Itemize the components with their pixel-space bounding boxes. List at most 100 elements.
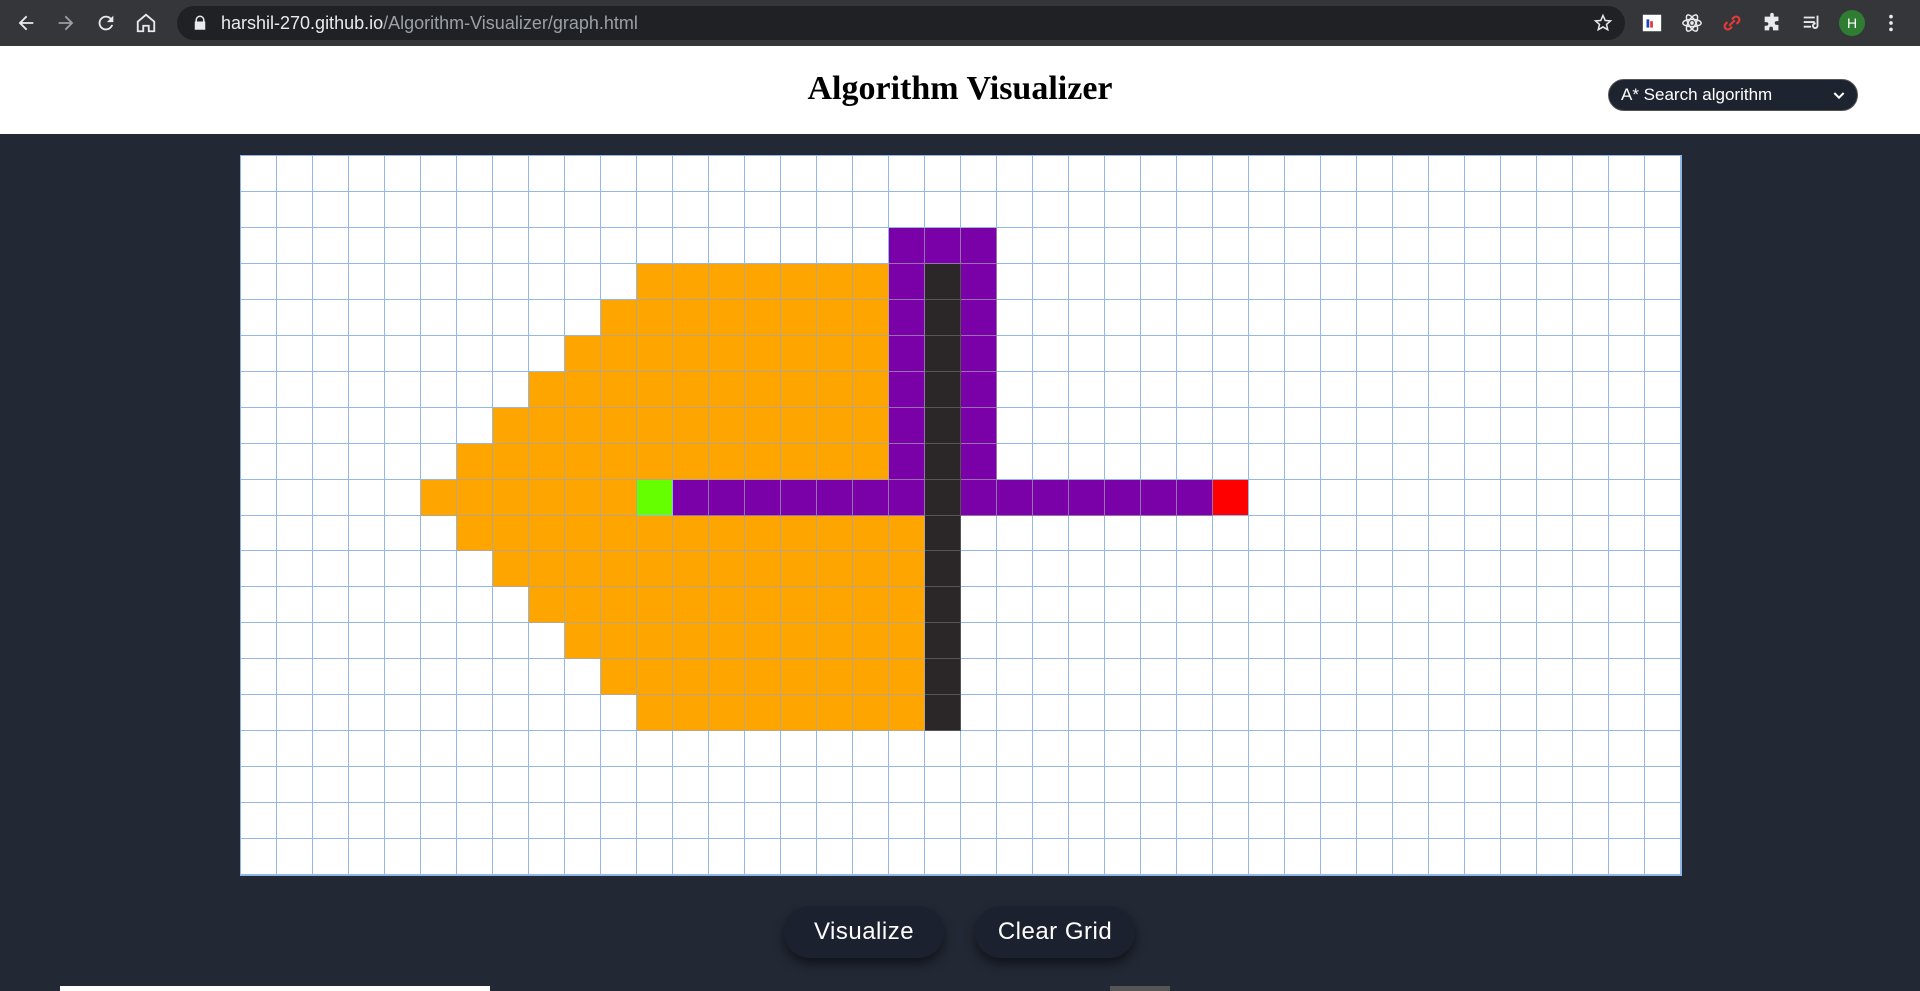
grid-cell[interactable] <box>853 731 889 768</box>
visited-cell[interactable] <box>889 551 925 588</box>
grid-cell[interactable] <box>529 227 565 264</box>
visited-cell[interactable] <box>637 263 673 300</box>
path-cell[interactable] <box>1069 479 1105 516</box>
grid-cell[interactable] <box>961 587 997 624</box>
grid-cell[interactable] <box>277 515 313 552</box>
path-cell[interactable] <box>997 479 1033 516</box>
grid-cell[interactable] <box>1645 371 1681 408</box>
grid-cell[interactable] <box>1501 443 1537 480</box>
grid-cell[interactable] <box>349 263 385 300</box>
grid-cell[interactable] <box>1141 695 1177 732</box>
path-cell[interactable] <box>961 443 997 480</box>
grid-cell[interactable] <box>1285 407 1321 444</box>
visited-cell[interactable] <box>709 299 745 336</box>
grid-cell[interactable] <box>1645 659 1681 696</box>
grid-cell[interactable] <box>313 731 349 768</box>
grid-cell[interactable] <box>1501 839 1537 875</box>
wall-cell[interactable] <box>925 623 961 660</box>
grid-cell[interactable] <box>457 407 493 444</box>
grid-cell[interactable] <box>241 407 277 444</box>
visited-cell[interactable] <box>781 335 817 372</box>
grid-cell[interactable] <box>1393 156 1429 192</box>
grid-cell[interactable] <box>349 371 385 408</box>
bookmark-star-icon[interactable] <box>1593 13 1613 33</box>
grid-cell[interactable] <box>1249 515 1285 552</box>
grid-cell[interactable] <box>1177 803 1213 840</box>
grid-cell[interactable] <box>1285 695 1321 732</box>
grid-cell[interactable] <box>1213 731 1249 768</box>
grid-cell[interactable] <box>1393 695 1429 732</box>
grid-cell[interactable] <box>1645 803 1681 840</box>
grid-cell[interactable] <box>1177 695 1213 732</box>
grid-cell[interactable] <box>1501 587 1537 624</box>
profile-avatar[interactable]: H <box>1839 10 1865 36</box>
grid-cell[interactable] <box>1105 263 1141 300</box>
path-cell[interactable] <box>1141 479 1177 516</box>
grid-cell[interactable] <box>1429 299 1465 336</box>
visited-cell[interactable] <box>889 587 925 624</box>
visited-cell[interactable] <box>745 299 781 336</box>
grid-cell[interactable] <box>1537 695 1573 732</box>
grid-cell[interactable] <box>1537 659 1573 696</box>
grid-cell[interactable] <box>1033 191 1069 228</box>
media-queue-icon[interactable] <box>1799 10 1825 36</box>
grid-cell[interactable] <box>277 551 313 588</box>
grid-cell[interactable] <box>745 156 781 192</box>
path-cell[interactable] <box>745 479 781 516</box>
grid-cell[interactable] <box>313 263 349 300</box>
grid-cell[interactable] <box>1249 803 1285 840</box>
visited-cell[interactable] <box>745 551 781 588</box>
grid-cell[interactable] <box>1213 335 1249 372</box>
grid-cell[interactable] <box>457 839 493 875</box>
grid-cell[interactable] <box>1537 587 1573 624</box>
grid-cell[interactable] <box>1609 299 1645 336</box>
visited-cell[interactable] <box>529 443 565 480</box>
grid-cell[interactable] <box>1069 191 1105 228</box>
grid-cell[interactable] <box>637 803 673 840</box>
grid-cell[interactable] <box>385 767 421 804</box>
grid-cell[interactable] <box>1573 695 1609 732</box>
grid-cell[interactable] <box>349 515 385 552</box>
grid-cell[interactable] <box>457 623 493 660</box>
grid-cell[interactable] <box>1141 227 1177 264</box>
back-icon[interactable] <box>6 3 46 43</box>
grid-cell[interactable] <box>1105 803 1141 840</box>
grid-cell[interactable] <box>529 299 565 336</box>
grid-cell[interactable] <box>529 731 565 768</box>
grid-cell[interactable] <box>1033 156 1069 192</box>
grid-cell[interactable] <box>1177 839 1213 875</box>
grid-cell[interactable] <box>241 299 277 336</box>
grid-cell[interactable] <box>385 335 421 372</box>
grid-cell[interactable] <box>781 156 817 192</box>
grid-cell[interactable] <box>1033 659 1069 696</box>
grid-cell[interactable] <box>1285 659 1321 696</box>
grid-cell[interactable] <box>1465 803 1501 840</box>
grid-cell[interactable] <box>1105 767 1141 804</box>
grid-cell[interactable] <box>241 191 277 228</box>
grid-cell[interactable] <box>1465 191 1501 228</box>
grid-cell[interactable] <box>565 839 601 875</box>
wall-cell[interactable] <box>925 443 961 480</box>
path-cell[interactable] <box>961 335 997 372</box>
visited-cell[interactable] <box>529 407 565 444</box>
wall-cell[interactable] <box>925 335 961 372</box>
visited-cell[interactable] <box>709 515 745 552</box>
path-cell[interactable] <box>961 407 997 444</box>
grid-cell[interactable] <box>745 839 781 875</box>
grid-cell[interactable] <box>1177 299 1213 336</box>
grid-cell[interactable] <box>1105 371 1141 408</box>
grid-cell[interactable] <box>745 227 781 264</box>
grid-cell[interactable] <box>1429 803 1465 840</box>
grid-cell[interactable] <box>1249 371 1285 408</box>
visited-cell[interactable] <box>673 263 709 300</box>
grid-cell[interactable] <box>1609 335 1645 372</box>
visited-cell[interactable] <box>637 335 673 372</box>
visited-cell[interactable] <box>709 623 745 660</box>
visited-cell[interactable] <box>817 659 853 696</box>
grid-cell[interactable] <box>1213 767 1249 804</box>
grid-cell[interactable] <box>781 767 817 804</box>
path-cell[interactable] <box>889 443 925 480</box>
grid-cell[interactable] <box>349 551 385 588</box>
visited-cell[interactable] <box>781 371 817 408</box>
grid-cell[interactable] <box>1033 515 1069 552</box>
